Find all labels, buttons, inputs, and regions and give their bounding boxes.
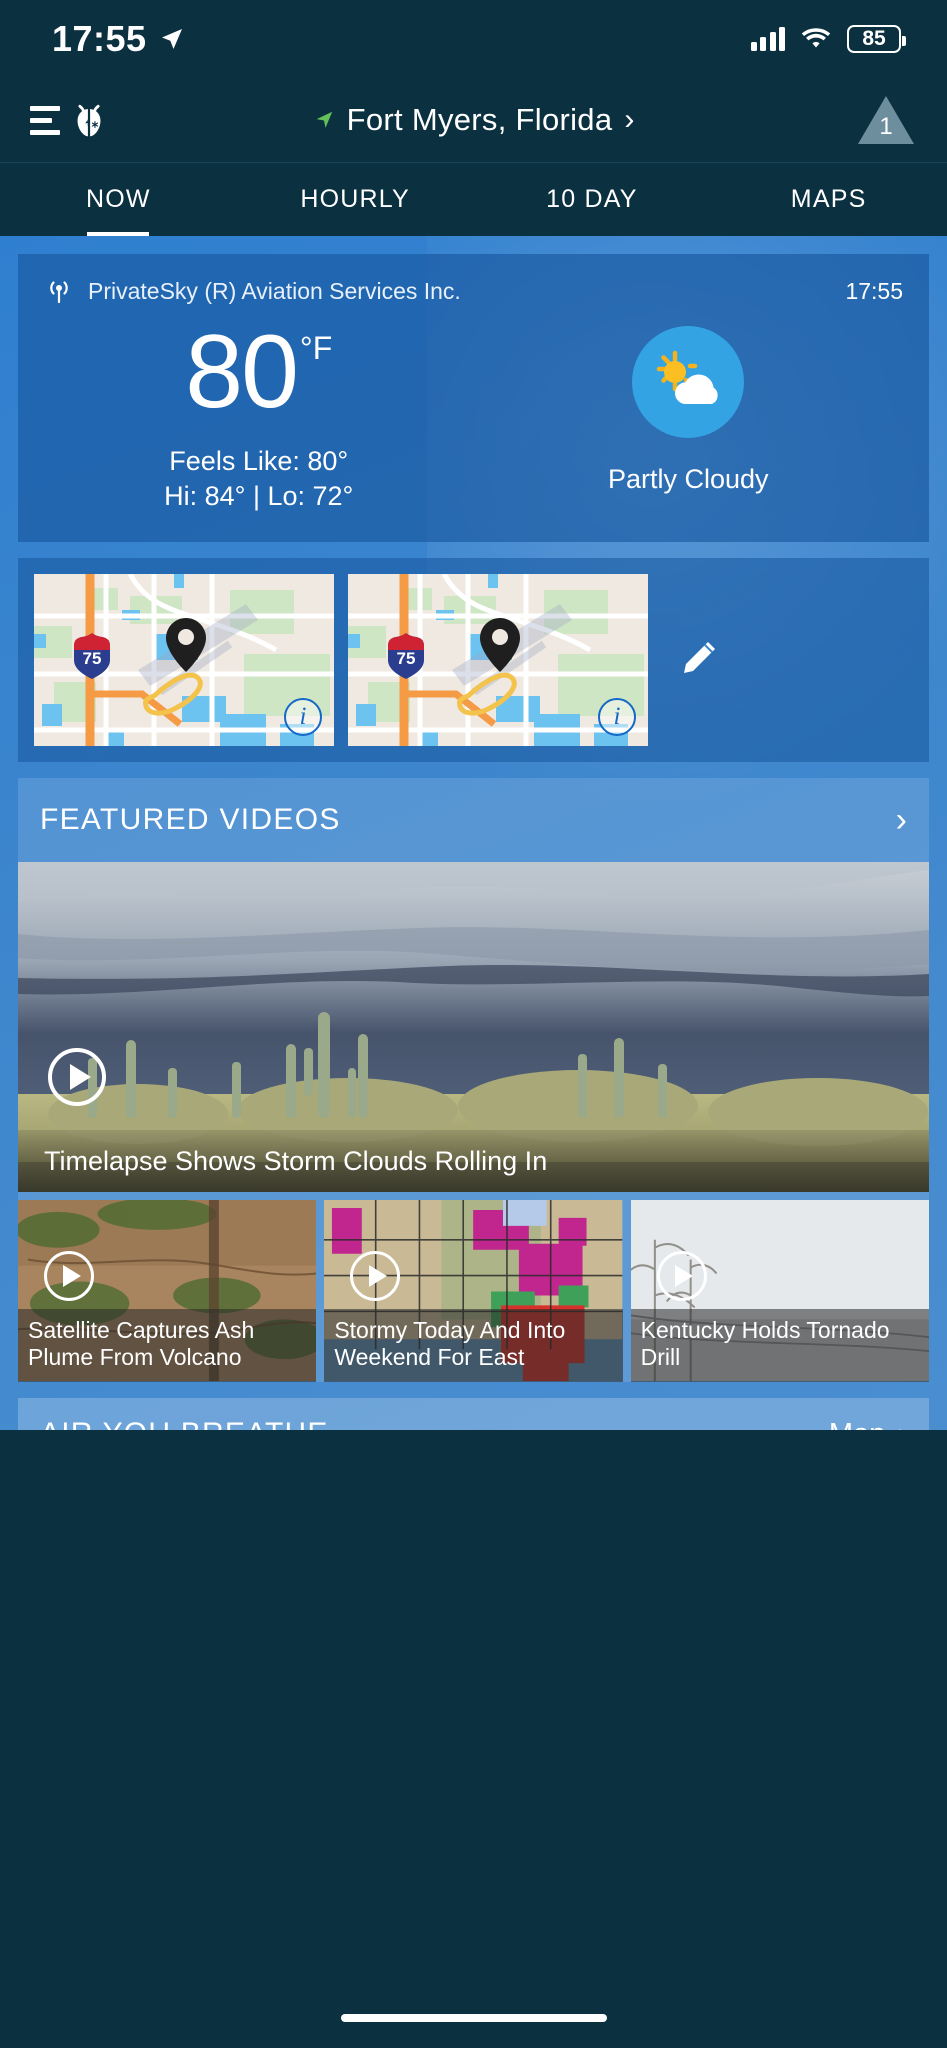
video-tiles-row: Satellite Captures Ash Plume From Volcan… xyxy=(18,1200,929,1382)
station-row: PrivateSky (R) Aviation Services Inc. 17… xyxy=(44,276,903,306)
map-thumbnail-2[interactable]: 75 i xyxy=(348,574,648,746)
chevron-right-icon: › xyxy=(895,800,907,839)
battery-level: 85 xyxy=(862,27,886,50)
weatherbug-logo-icon xyxy=(77,104,101,137)
main-content: PrivateSky (R) Aviation Services Inc. 17… xyxy=(0,236,947,1430)
station-info: PrivateSky (R) Aviation Services Inc. xyxy=(44,276,461,306)
hi-lo-temps: Hi: 84° | Lo: 72° xyxy=(164,481,354,511)
partly-cloudy-icon xyxy=(632,326,745,438)
hero-video-title: Timelapse Shows Storm Clouds Rolling In xyxy=(18,1130,929,1192)
tab-label: HOURLY xyxy=(300,185,410,213)
play-icon[interactable] xyxy=(44,1251,94,1301)
video-title: Stormy Today And Into Weekend For East xyxy=(324,1309,623,1382)
info-icon[interactable]: i xyxy=(284,698,322,736)
chevron-right-icon: › xyxy=(897,1418,907,1431)
tab-maps[interactable]: MAPS xyxy=(710,163,947,236)
tab-now[interactable]: NOW xyxy=(0,163,237,236)
air-quality-title: AIR YOU BREATHE xyxy=(40,1417,329,1430)
current-temperature: 80 °F xyxy=(185,320,332,424)
tab-label: MAPS xyxy=(790,185,867,213)
edit-locations-button[interactable] xyxy=(662,637,732,683)
tab-label: NOW xyxy=(86,185,151,213)
air-quality-map-link[interactable]: Map › xyxy=(829,1418,907,1431)
chevron-right-icon: › xyxy=(624,103,635,136)
video-title: Kentucky Holds Tornado Drill xyxy=(630,1309,929,1382)
status-bar-left: 17:55 xyxy=(52,18,184,60)
app-header: Fort Myers, Florida › 1 xyxy=(0,78,947,162)
featured-videos-title: FEATURED VIDEOS xyxy=(40,803,341,836)
alert-badge[interactable]: 1 xyxy=(855,93,917,147)
alert-count: 1 xyxy=(879,113,893,140)
home-indicator xyxy=(340,2014,607,2022)
tab-hourly[interactable]: HOURLY xyxy=(237,163,474,236)
video-tile[interactable]: Kentucky Holds Tornado Drill xyxy=(630,1200,929,1382)
svg-text:75: 75 xyxy=(397,649,416,668)
main-tabs: NOW HOURLY 10 DAY MAPS xyxy=(0,162,947,236)
location-maps-card: 75 i 75 i xyxy=(18,558,929,762)
play-icon[interactable] xyxy=(350,1251,401,1301)
status-time: 17:55 xyxy=(52,18,147,59)
map-link-label: Map xyxy=(829,1418,885,1431)
temperature-value: 80 xyxy=(185,314,299,430)
map-thumbnail-1[interactable]: 75 i xyxy=(34,574,334,746)
featured-videos-header[interactable]: FEATURED VIDEOS › xyxy=(18,778,929,862)
status-bar: 17:55 85 xyxy=(0,0,947,78)
tab-label: 10 DAY xyxy=(546,185,638,213)
location-arrow-icon xyxy=(161,29,182,49)
svg-text:75: 75 xyxy=(83,649,102,668)
broadcast-station-icon xyxy=(50,281,68,304)
condition-block: Partly Cloudy xyxy=(474,320,904,495)
location-name: Fort Myers, Florida xyxy=(346,102,613,137)
air-quality-card[interactable]: AIR YOU BREATHE Map › xyxy=(18,1398,929,1430)
current-conditions-card[interactable]: PrivateSky (R) Aviation Services Inc. 17… xyxy=(18,254,929,542)
temperature-unit: °F xyxy=(299,330,333,366)
feels-like: Feels Like: 80° xyxy=(169,446,349,476)
station-name: PrivateSky (R) Aviation Services Inc. xyxy=(88,277,461,304)
app-screen: 17:55 85 Fort Myers, Florida › 1 NOW HOU… xyxy=(0,0,947,2048)
video-title: Satellite Captures Ash Plume From Volcan… xyxy=(18,1309,317,1382)
battery-indicator: 85 xyxy=(847,25,906,53)
play-icon[interactable] xyxy=(48,1048,106,1106)
menu-button[interactable] xyxy=(30,98,111,142)
cellular-signal-icon xyxy=(750,27,785,51)
play-icon[interactable] xyxy=(656,1251,707,1301)
featured-videos-card: FEATURED VIDEOS › Timelapse Shows Storm … xyxy=(18,778,929,1382)
condition-text: Partly Cloudy xyxy=(607,464,769,494)
video-tile[interactable]: Satellite Captures Ash Plume From Volcan… xyxy=(18,1200,317,1382)
info-icon[interactable]: i xyxy=(598,698,636,736)
hamburger-menu-icon[interactable] xyxy=(30,105,60,135)
pencil-edit-icon xyxy=(684,642,715,673)
video-tile[interactable]: Stormy Today And Into Weekend For East xyxy=(324,1200,623,1382)
tab-10-day[interactable]: 10 DAY xyxy=(474,163,711,236)
observed-time: 17:55 xyxy=(845,277,903,304)
status-bar-right: 85 xyxy=(750,25,906,53)
conditions-row: 80 °F Feels Like: 80° Hi: 84° | Lo: 72° xyxy=(44,320,903,512)
temperature-block: 80 °F Feels Like: 80° Hi: 84° | Lo: 72° xyxy=(44,320,474,512)
wifi-icon xyxy=(801,28,831,48)
featured-video-hero[interactable]: Timelapse Shows Storm Clouds Rolling In xyxy=(18,862,929,1192)
location-arrow-icon xyxy=(316,111,332,128)
location-selector[interactable]: Fort Myers, Florida › xyxy=(0,102,947,138)
